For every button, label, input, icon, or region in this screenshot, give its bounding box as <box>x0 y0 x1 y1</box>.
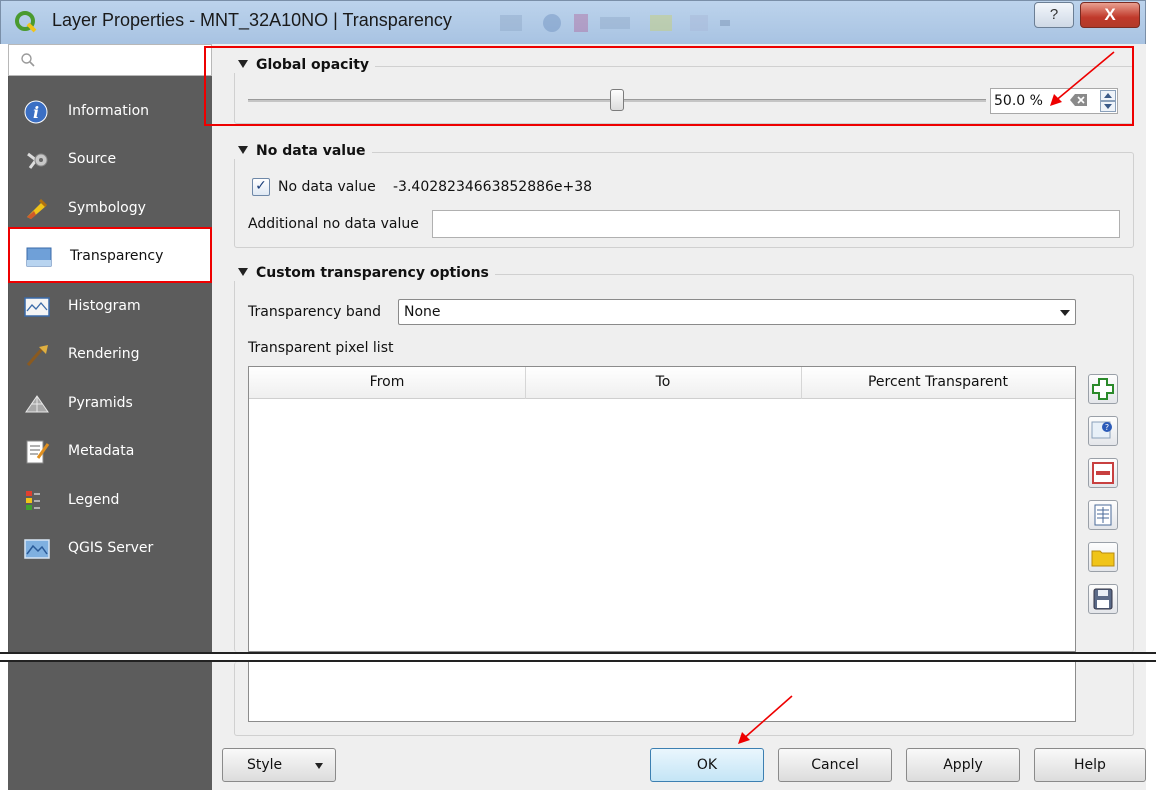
sidebar-continued <box>8 662 212 790</box>
remove-row-button[interactable] <box>1088 458 1118 488</box>
image-separator <box>0 652 1156 662</box>
import-button[interactable] <box>1088 542 1118 572</box>
window-title: Layer Properties - MNT_32A10NO | Transpa… <box>52 10 452 30</box>
no-data-value: -3.4028234663852886e+38 <box>393 179 593 195</box>
search-input[interactable] <box>8 44 212 76</box>
no-data-checkbox-label: No data value <box>278 179 376 195</box>
global-opacity-title: Global opacity <box>256 57 370 73</box>
no-data-checkbox[interactable]: ✓ <box>252 178 270 196</box>
opacity-value: 50.0 % <box>994 93 1043 109</box>
legend-icon <box>26 491 40 510</box>
default-values-icon <box>1094 504 1112 526</box>
sidebar-item-information[interactable]: i Information <box>8 88 212 136</box>
sidebar-item-label: Symbology <box>68 200 146 216</box>
pixel-list-table[interactable] <box>248 366 1076 652</box>
ok-button[interactable]: OK <box>650 748 764 782</box>
no-data-header[interactable]: No data value <box>234 143 372 159</box>
pyramids-icon <box>25 395 49 413</box>
qgis-server-icon <box>24 539 50 559</box>
style-dropdown-button[interactable]: Style <box>222 748 336 782</box>
default-values-button[interactable] <box>1088 500 1118 530</box>
opacity-slider-handle[interactable] <box>610 89 624 111</box>
metadata-icon <box>26 440 50 464</box>
svg-text:i: i <box>33 103 39 122</box>
collapse-triangle-icon <box>238 268 248 276</box>
add-row-button[interactable] <box>1088 374 1118 404</box>
no-data-title: No data value <box>256 143 366 159</box>
sidebar-item-label: Rendering <box>68 346 140 362</box>
qgis-logo-icon <box>15 11 37 33</box>
close-button[interactable]: X <box>1080 2 1140 28</box>
additional-no-data-field[interactable] <box>432 210 1120 238</box>
sidebar-item-transparency[interactable]: Transparency <box>8 227 212 283</box>
symbology-icon <box>27 198 48 219</box>
spin-arrows-icon[interactable] <box>1100 90 1116 112</box>
clear-icon[interactable] <box>1070 93 1088 107</box>
info-icon: i <box>24 100 48 124</box>
sidebar-item-legend[interactable]: Legend <box>8 477 212 525</box>
transparent-pixel-list-label: Transparent pixel list <box>248 340 394 356</box>
remove-icon <box>1092 462 1114 484</box>
search-icon <box>21 53 35 67</box>
global-opacity-header[interactable]: Global opacity <box>234 57 376 73</box>
sidebar-item-metadata[interactable]: Metadata <box>8 428 212 476</box>
additional-no-data-label: Additional no data value <box>248 216 419 232</box>
transparency-icon <box>26 247 52 267</box>
cancel-button[interactable]: Cancel <box>778 748 892 782</box>
style-button-label: Style <box>247 757 283 773</box>
rendering-icon <box>26 345 48 366</box>
add-icon <box>1092 378 1114 400</box>
histogram-icon <box>24 297 50 317</box>
pixel-list-table-bottom[interactable] <box>248 662 1076 722</box>
add-from-display-button[interactable]: ? <box>1088 416 1118 446</box>
chevron-down-icon <box>1060 310 1070 316</box>
export-button[interactable] <box>1088 584 1118 614</box>
sidebar-item-pyramids[interactable]: Pyramids <box>8 380 212 428</box>
sidebar-item-label: Pyramids <box>68 395 133 411</box>
column-header-from[interactable]: From <box>249 374 525 390</box>
sidebar-item-qgis-server[interactable]: QGIS Server <box>8 525 212 573</box>
sidebar-item-label: Metadata <box>68 443 135 459</box>
add-from-display-icon: ? <box>1091 421 1112 439</box>
collapse-triangle-icon <box>238 60 248 68</box>
chevron-down-icon <box>315 763 323 769</box>
custom-transparency-title: Custom transparency options <box>256 265 489 281</box>
import-icon <box>1091 550 1115 567</box>
svg-text:?: ? <box>1105 423 1109 432</box>
sidebar-item-label: Histogram <box>68 298 141 314</box>
sidebar-item-histogram[interactable]: Histogram <box>8 283 212 331</box>
transparency-band-value: None <box>404 304 441 320</box>
sidebar-item-label: Information <box>68 103 150 119</box>
collapse-triangle-icon <box>238 146 248 154</box>
sidebar-item-label: Transparency <box>70 248 164 264</box>
sidebar-item-label: QGIS Server <box>68 540 154 556</box>
background-toolbar-icon <box>500 14 730 32</box>
source-icon <box>27 152 48 169</box>
sidebar-item-source[interactable]: Source <box>8 136 212 184</box>
apply-button[interactable]: Apply <box>906 748 1020 782</box>
transparency-band-label: Transparency band <box>248 304 382 320</box>
sidebar-item-symbology[interactable]: Symbology <box>8 185 212 233</box>
custom-transparency-header[interactable]: Custom transparency options <box>234 265 495 281</box>
sidebar-item-label: Source <box>68 151 117 167</box>
column-header-percent[interactable]: Percent Transparent <box>801 374 1075 390</box>
transparency-band-select[interactable] <box>398 299 1076 325</box>
sidebar-item-rendering[interactable]: Rendering <box>8 331 212 379</box>
column-header-to[interactable]: To <box>525 374 801 390</box>
sidebar-item-label: Legend <box>68 492 120 508</box>
help-title-button[interactable]: ? <box>1034 2 1074 28</box>
help-button[interactable]: Help <box>1034 748 1146 782</box>
save-icon <box>1093 588 1113 610</box>
